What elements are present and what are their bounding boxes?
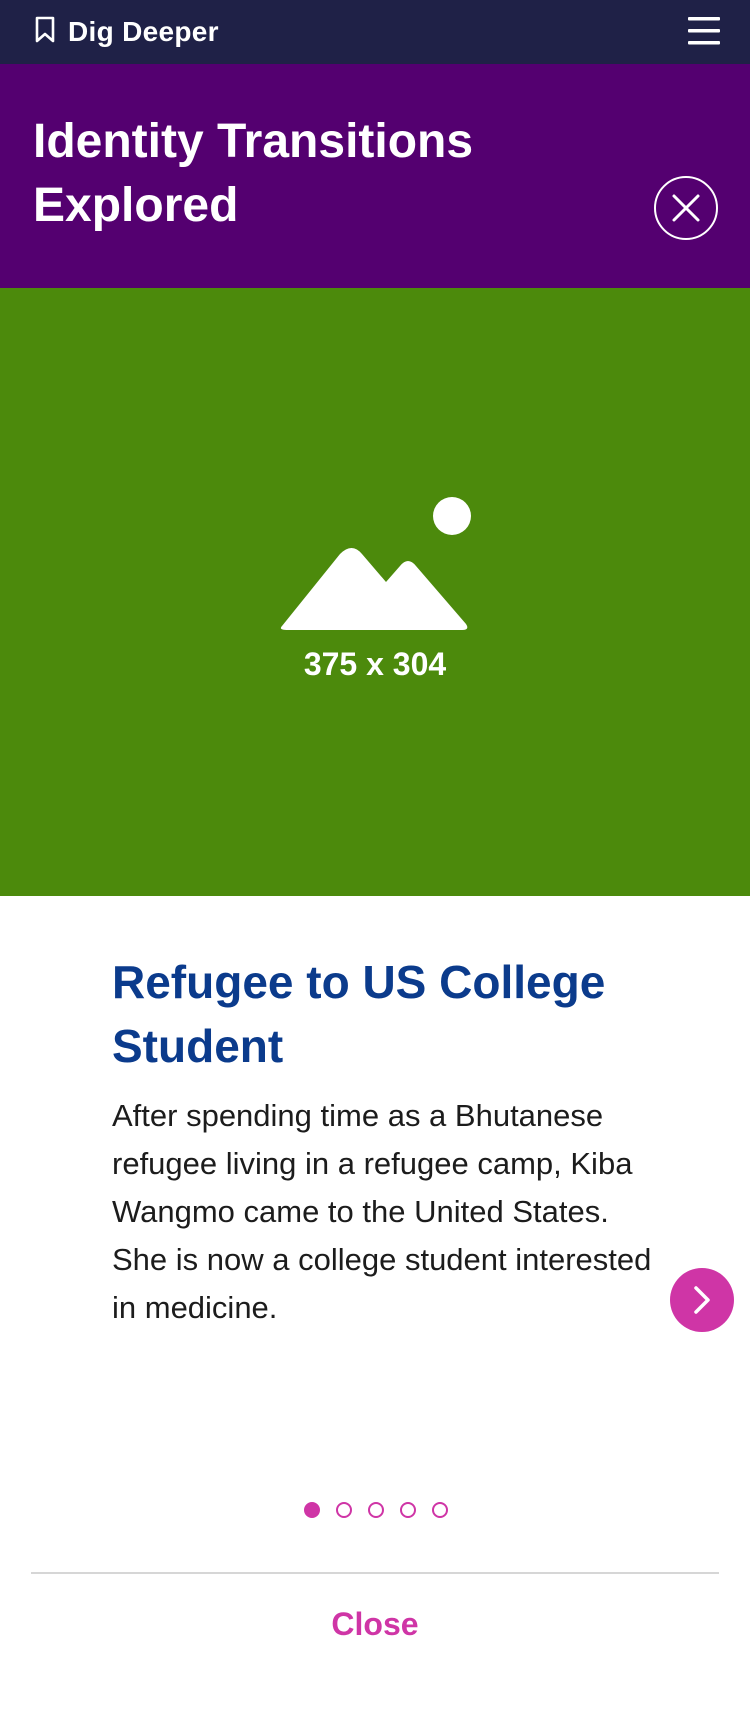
pagination-dot-1[interactable] xyxy=(304,1502,320,1518)
image-dimensions-label: 375 x 304 xyxy=(303,646,447,682)
close-button[interactable]: Close xyxy=(0,1606,750,1643)
pagination-dot-5[interactable] xyxy=(432,1502,448,1518)
chevron-right-icon xyxy=(694,1286,710,1314)
pagination-dot-2[interactable] xyxy=(336,1502,352,1518)
next-slide-button[interactable] xyxy=(670,1268,734,1332)
modal-title: Identity Transitions Explored xyxy=(33,115,474,232)
slide-title: Refugee to US College Student xyxy=(112,956,606,1072)
top-navigation-bar: Dig Deeper xyxy=(0,0,750,64)
slide-description: After spending time as a Bhutanese refug… xyxy=(112,1098,652,1325)
modal-header: Identity Transitions Explored xyxy=(0,64,750,288)
footer-divider xyxy=(31,1572,719,1574)
bookmark-icon xyxy=(34,16,56,49)
pagination-dot-4[interactable] xyxy=(400,1502,416,1518)
close-modal-button[interactable] xyxy=(654,176,718,240)
carousel-pagination xyxy=(304,1502,448,1518)
image-placeholder-icon xyxy=(278,496,474,637)
image-placeholder: 375 x 304 xyxy=(0,288,750,896)
pagination-dot-3[interactable] xyxy=(368,1502,384,1518)
hamburger-menu-icon[interactable] xyxy=(688,16,720,46)
dig-deeper-link[interactable]: Dig Deeper xyxy=(34,14,219,50)
close-icon xyxy=(672,194,700,222)
brand-label: Dig Deeper xyxy=(68,16,219,47)
